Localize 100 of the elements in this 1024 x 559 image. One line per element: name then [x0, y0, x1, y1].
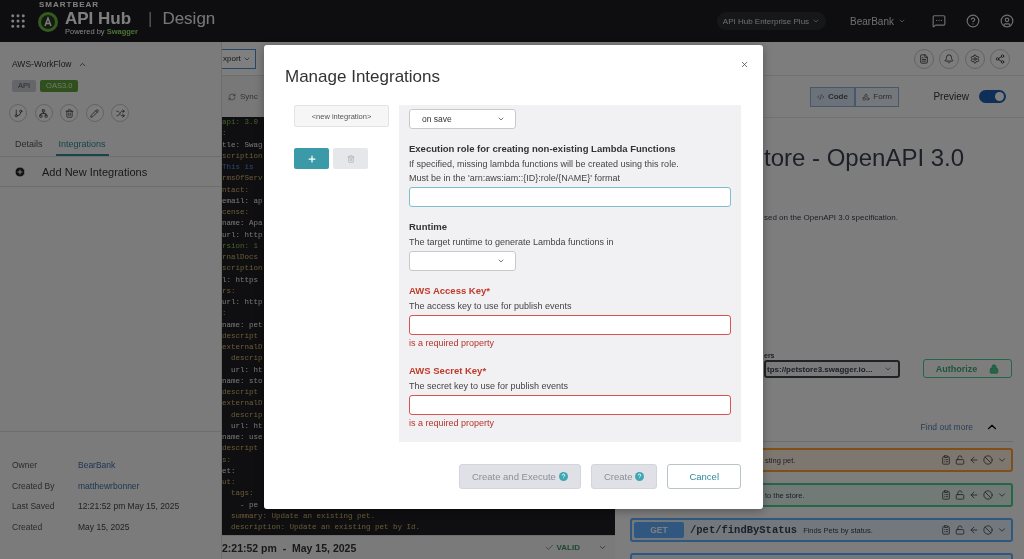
select-field[interactable]	[409, 251, 516, 271]
shapes-icon	[862, 92, 871, 101]
meta-value: 12:21:52 pm May 15, 2025	[78, 501, 180, 512]
pencil-button[interactable]	[85, 104, 104, 122]
tab[interactable]: Integrations	[55, 134, 109, 156]
logo-icon	[37, 11, 59, 33]
server-select[interactable]: tps://petstore3.swagger.io...	[764, 360, 900, 378]
document-button[interactable]	[913, 48, 934, 69]
saved-timestamp: 2:21:52 pm - May 15, 2025	[222, 541, 357, 554]
meta-link[interactable]: BearBank	[78, 460, 116, 471]
chevron-down-icon	[997, 525, 1007, 535]
plus-icon	[306, 153, 317, 164]
branch-button[interactable]	[9, 104, 27, 122]
bell-icon	[944, 53, 954, 64]
cancel-button[interactable]: Cancel	[667, 464, 741, 489]
organization-dropdown[interactable]: BearBank	[844, 14, 912, 28]
export-button[interactable]: xport	[222, 48, 256, 69]
plus-circle-icon	[14, 165, 26, 178]
validity-status: VALID	[556, 543, 580, 552]
trash-icon	[64, 108, 74, 118]
chevron-down-icon[interactable]	[598, 543, 607, 552]
field-label: AWS Access Key*	[409, 284, 491, 298]
chevron-down-icon	[497, 115, 505, 123]
authorize-button[interactable]: Authorize	[923, 359, 1012, 378]
meta-link[interactable]: matthewrbonner	[78, 480, 140, 491]
plan-dropdown[interactable]: API Hub Enterprise Plus	[716, 12, 827, 30]
field-label: Runtime	[409, 220, 448, 234]
lock-icon	[989, 363, 1000, 374]
close-icon	[740, 60, 749, 69]
chevron-down-icon	[812, 17, 821, 25]
share-icon	[995, 53, 1005, 64]
chevron-down-icon	[497, 257, 505, 265]
field-help-text: If specified, missing lambda functions will be created using this role.	[409, 158, 680, 171]
refresh-icon	[228, 92, 236, 101]
pencil-icon	[90, 108, 99, 118]
chevron-down-icon	[997, 490, 1007, 500]
section-name: Design	[162, 9, 216, 29]
ban-icon	[983, 490, 993, 500]
field-label: AWS Secret Key*	[409, 364, 488, 378]
method-badge: GET	[634, 522, 684, 538]
brand-caption: SMARTBEAR	[39, 0, 101, 9]
text-field[interactable]	[409, 315, 731, 335]
field-help-text: The target runtime to generate Lambda functions in	[409, 236, 615, 249]
trash-icon	[346, 154, 355, 163]
app-grid-icon[interactable]	[9, 12, 27, 30]
settings-icon	[969, 53, 980, 64]
unlocked-icon	[955, 525, 965, 535]
trash-button[interactable]	[60, 104, 78, 122]
chevron-down-icon	[898, 17, 906, 25]
clipboard-icon	[941, 490, 951, 500]
preview-toggle[interactable]	[979, 90, 1006, 103]
meta-label: Last Saved	[12, 501, 56, 512]
share-button[interactable]	[990, 48, 1010, 69]
field-help-text: The secret key to use for publish events	[409, 380, 570, 393]
help-icon[interactable]	[966, 14, 980, 28]
chevron-down-icon	[997, 455, 1007, 465]
field-help-text: The access key to use for publish events	[409, 300, 573, 313]
separator-text: |	[147, 9, 153, 29]
settings-button[interactable]	[964, 48, 985, 69]
shuffle-button[interactable]	[111, 104, 129, 122]
hierarchy-button[interactable]	[34, 104, 53, 122]
hierarchy-icon	[39, 108, 48, 118]
chevron-down-icon	[884, 365, 892, 373]
product-name: API Hub	[65, 8, 133, 28]
tab[interactable]: Details	[12, 134, 46, 156]
document-icon	[918, 53, 929, 64]
select-field[interactable]: on save	[409, 109, 516, 129]
user-icon[interactable]	[1000, 14, 1014, 28]
meta-label: Created	[12, 521, 44, 532]
clipboard-icon	[941, 455, 951, 465]
branch-icon	[13, 108, 23, 118]
error-message: is a required property	[409, 337, 496, 350]
view-mode-tab[interactable]: Form	[854, 86, 900, 107]
operation-path: /pet/findByStatus	[690, 524, 798, 536]
bell-button[interactable]	[939, 48, 959, 69]
meta-label: Owner	[12, 460, 39, 471]
check-icon	[544, 543, 554, 552]
field-help-text: Must be in the 'arn:aws:iam::{ID}:role/{NAME}' format	[409, 172, 622, 185]
ban-icon	[983, 525, 993, 535]
find-out-more-link[interactable]: Find out more	[920, 421, 973, 432]
arrow-left-icon	[969, 490, 979, 500]
shuffle-icon	[115, 108, 125, 118]
chat-icon[interactable]	[932, 14, 946, 28]
view-mode-tab[interactable]: Code	[810, 86, 855, 107]
dialog-title: Manage Integrations	[285, 67, 440, 87]
meta-value: May 15, 2025	[78, 521, 130, 532]
api-title: tore - OpenAPI 3.0	[764, 143, 966, 173]
add-integration-button[interactable]: Add New Integrations	[0, 157, 221, 187]
add-button[interactable]	[294, 148, 329, 169]
api-name: AWS-WorkFlow	[12, 59, 72, 69]
text-field[interactable]	[409, 187, 731, 207]
api-description: sed on the OpenAPI 3.0 specification.	[764, 213, 899, 222]
arrow-left-icon	[969, 525, 979, 535]
close-button[interactable]	[740, 60, 749, 69]
ban-icon	[983, 455, 993, 465]
text-field[interactable]	[409, 395, 731, 415]
help-icon	[635, 472, 645, 481]
sync-button[interactable]: Sync	[222, 92, 258, 101]
help-icon	[558, 472, 568, 481]
clipboard-icon	[941, 525, 951, 535]
